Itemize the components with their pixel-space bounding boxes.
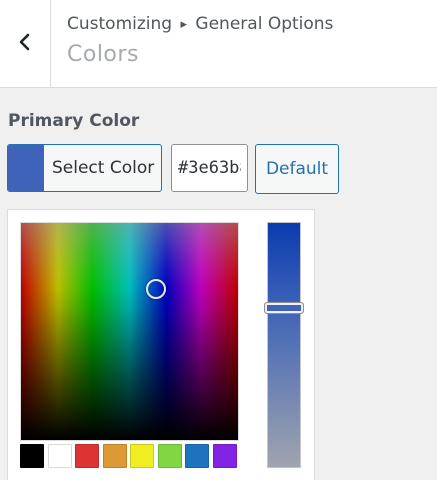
palette-swatch-red[interactable]	[75, 444, 99, 468]
breadcrumb-separator: ▸	[180, 17, 188, 32]
palette-swatch-black[interactable]	[20, 444, 44, 468]
customizer-panel: Customizing ▸ General Options Colors Pri…	[0, 0, 437, 480]
select-color-button[interactable]: Select Color	[7, 144, 162, 192]
color-saturation-square[interactable]	[20, 222, 239, 441]
breadcrumb-section: General Options	[195, 14, 334, 34]
color-palette	[20, 444, 240, 468]
control-label: Primary Color	[8, 111, 140, 131]
color-picker	[7, 209, 315, 480]
palette-swatch-blue[interactable]	[185, 444, 209, 468]
hex-color-input[interactable]	[171, 144, 248, 192]
palette-swatch-yellow[interactable]	[130, 444, 154, 468]
palette-swatch-purple[interactable]	[212, 444, 237, 468]
color-lightness-strip[interactable]	[264, 222, 304, 468]
palette-swatch-orange[interactable]	[102, 444, 127, 468]
default-button[interactable]: Default	[255, 144, 339, 194]
color-picker-handle[interactable]	[146, 279, 166, 299]
palette-swatch-green[interactable]	[157, 444, 182, 468]
breadcrumb: Customizing ▸ General Options	[67, 14, 333, 34]
strip-slider-handle[interactable]	[264, 302, 304, 314]
select-color-label: Select Color	[52, 158, 155, 178]
palette-swatch-white[interactable]	[47, 444, 72, 468]
current-color-swatch	[8, 145, 44, 191]
breadcrumb-parent: Customizing	[67, 14, 173, 34]
back-button[interactable]	[0, 0, 51, 87]
panel-header: Customizing ▸ General Options Colors	[0, 0, 437, 88]
chevron-left-icon	[18, 32, 32, 56]
panel-title: Colors	[67, 42, 139, 67]
panel-content: Primary Color Select Color Default	[0, 88, 437, 480]
